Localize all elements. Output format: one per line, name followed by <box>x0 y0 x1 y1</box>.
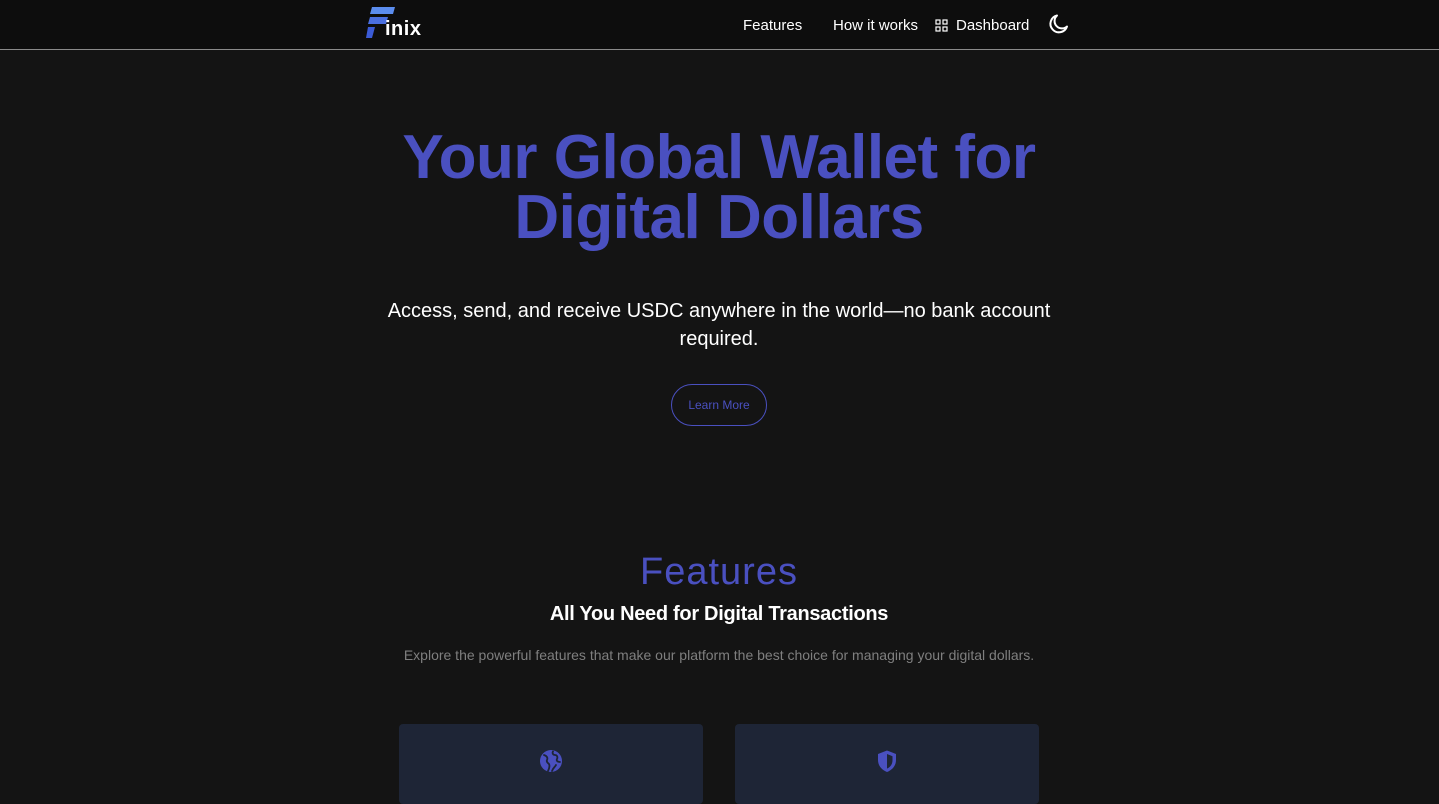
features-heading: Features <box>640 551 798 593</box>
nav-features[interactable]: Features <box>743 0 802 50</box>
nav-how-it-works-label[interactable]: How it works <box>833 17 918 34</box>
grid-icon <box>935 18 948 32</box>
theme-toggle-button[interactable] <box>1047 12 1071 36</box>
logo-wordmark: inix <box>385 18 422 40</box>
feature-card-secure <box>735 724 1039 804</box>
moon-icon <box>1049 14 1068 34</box>
hero-subtitle: Access, send, and receive USDC anywhere … <box>387 300 1051 350</box>
features-subheading: All You Need for Digital Transactions <box>549 603 889 625</box>
shield-icon <box>878 750 896 772</box>
nav-dashboard-label[interactable]: Dashboard <box>956 17 1029 34</box>
feature-card-global <box>399 724 703 804</box>
features-description: Explore the powerful features that make … <box>403 647 1035 663</box>
brand-logo[interactable]: inix <box>366 6 432 40</box>
nav-how-it-works[interactable]: How it works <box>833 0 918 50</box>
nav-dashboard[interactable]: Dashboard <box>935 0 1029 50</box>
hero-title: Your Global Wallet for Digital Dollars <box>402 123 1036 252</box>
top-navbar: inix Features How it works Dashboard <box>0 0 1439 50</box>
learn-more-button[interactable]: Learn More <box>671 384 767 426</box>
nav-features-label[interactable]: Features <box>743 17 802 34</box>
globe-icon <box>540 750 562 772</box>
